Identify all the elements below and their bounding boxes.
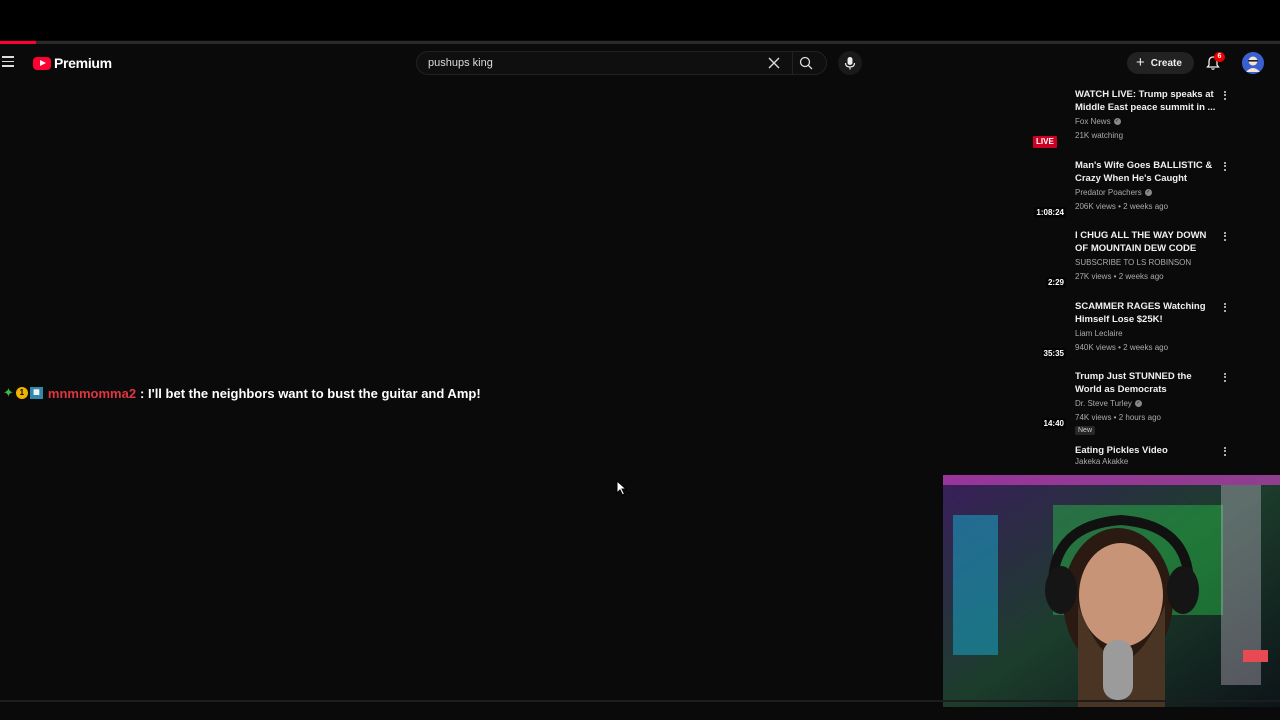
verified-check-icon: ✓: [1144, 189, 1152, 196]
video-title[interactable]: WATCH LIVE: Trump speaks at Middle East …: [1075, 88, 1217, 114]
video-duration: 35:35: [1041, 348, 1066, 359]
channel-name: Liam Leclaire: [1075, 329, 1123, 338]
related-video-item[interactable]: 14:40 Trump Just STUNNED the World as De…: [1020, 368, 1260, 438]
top-black-bar: [0, 0, 1280, 40]
voice-search-button[interactable]: [838, 51, 862, 75]
more-actions-icon[interactable]: [1220, 445, 1230, 459]
logo-label: Premium: [54, 55, 112, 71]
new-badge: New: [1075, 426, 1096, 435]
video-meta: 940K views • 2 weeks ago: [1075, 343, 1169, 352]
more-actions-icon[interactable]: [1220, 160, 1230, 174]
search-input[interactable]: pushups king: [428, 57, 493, 69]
mouse-cursor-icon: [616, 480, 628, 496]
gold-coin-badge-icon: 1: [15, 387, 28, 399]
search-icon[interactable]: [798, 55, 814, 71]
webcam-overlay: [943, 475, 1280, 707]
related-video-item[interactable]: 2:29 I CHUG ALL THE WAY DOWN OF MOUNTAIN…: [1020, 227, 1260, 297]
channel-name: Predator Poachers: [1075, 188, 1142, 197]
subscriber-badge-icon: ▦: [29, 387, 43, 399]
video-duration: 1:08:24: [1034, 207, 1066, 218]
create-button[interactable]: + Create: [1127, 52, 1194, 74]
notification-count-badge: 6: [1214, 52, 1225, 62]
more-actions-icon[interactable]: [1220, 89, 1230, 103]
create-label: Create: [1150, 57, 1182, 69]
related-videos-list: LIVE WATCH LIVE: Trump speaks at Middle …: [1020, 86, 1260, 476]
search-box[interactable]: pushups king: [416, 51, 827, 75]
chat-overlay-message: ✦ 1 ▦ mnmmomma2 : I'll bet the neighbors…: [3, 385, 481, 401]
channel-name: SUBSCRIBE TO LS ROBINSON: [1075, 258, 1192, 267]
video-meta: 74K views • 2 hours ago: [1075, 413, 1161, 422]
menu-icon[interactable]: [2, 56, 16, 68]
avatar-icon: [1242, 52, 1264, 74]
chat-message-text: : I'll bet the neighbors want to bust th…: [140, 385, 481, 401]
masthead: Premium pushups king + Create 6: [0, 44, 1280, 82]
related-video-item[interactable]: LIVE WATCH LIVE: Trump speaks at Middle …: [1020, 86, 1260, 156]
video-meta: 206K views • 2 weeks ago: [1075, 202, 1169, 211]
video-title[interactable]: Eating Pickles Video: [1075, 444, 1217, 457]
video-meta: 21K watching: [1075, 131, 1124, 140]
verified-check-icon: ✓: [1113, 118, 1121, 125]
related-video-item[interactable]: Eating Pickles Video Jakeka Akakke: [1020, 442, 1260, 476]
channel-name: Fox News: [1075, 117, 1111, 126]
chat-username: mnmmomma2: [47, 385, 137, 401]
plus-icon: +: [1136, 53, 1145, 71]
video-channel[interactable]: Dr. Steve Turley ✓: [1075, 399, 1142, 408]
related-video-item[interactable]: 1:08:24 Man's Wife Goes BALLISTIC & Craz…: [1020, 157, 1260, 227]
video-meta: 27K views • 2 weeks ago: [1075, 272, 1164, 281]
more-actions-icon[interactable]: [1220, 371, 1230, 385]
video-channel[interactable]: Fox News ✓: [1075, 117, 1121, 126]
video-title[interactable]: Man's Wife Goes BALLISTIC & Crazy When H…: [1075, 159, 1217, 185]
video-channel[interactable]: SUBSCRIBE TO LS ROBINSON: [1075, 258, 1191, 267]
video-duration: 14:40: [1041, 418, 1066, 429]
clear-search-icon[interactable]: [766, 55, 782, 71]
channel-name: Jakeka Akakke: [1075, 457, 1129, 466]
chat-badges: ✦ 1 ▦: [3, 385, 43, 401]
bottom-edge-bar: [0, 700, 1280, 702]
video-title[interactable]: SCAMMER RAGES Watching Himself Lose $25K…: [1075, 300, 1217, 326]
microphone-icon: [844, 57, 856, 70]
verified-check-icon: ✓: [1134, 400, 1142, 407]
webcam-feed-image: [943, 475, 1280, 707]
video-title[interactable]: Trump Just STUNNED the World as Democrat…: [1075, 370, 1217, 396]
live-badge: LIVE: [1033, 136, 1057, 148]
related-video-item[interactable]: 35:35 SCAMMER RAGES Watching Himself Los…: [1020, 298, 1260, 368]
search-divider: [792, 52, 793, 74]
video-channel[interactable]: Jakeka Akakke: [1075, 457, 1128, 466]
video-thumbnail[interactable]: [1020, 442, 1068, 476]
youtube-premium-logo[interactable]: Premium: [33, 55, 112, 71]
video-title[interactable]: I CHUG ALL THE WAY DOWN OF MOUNTAIN DEW …: [1075, 229, 1217, 255]
more-actions-icon[interactable]: [1220, 301, 1230, 315]
account-avatar[interactable]: [1242, 52, 1264, 74]
green-sparkle-icon: ✦: [3, 385, 14, 400]
channel-name: Dr. Steve Turley: [1075, 399, 1132, 408]
more-actions-icon[interactable]: [1220, 230, 1230, 244]
youtube-play-icon: [33, 56, 51, 70]
video-channel[interactable]: Predator Poachers ✓: [1075, 188, 1152, 197]
video-duration: 2:29: [1045, 277, 1066, 288]
video-channel[interactable]: Liam Leclaire: [1075, 329, 1123, 338]
